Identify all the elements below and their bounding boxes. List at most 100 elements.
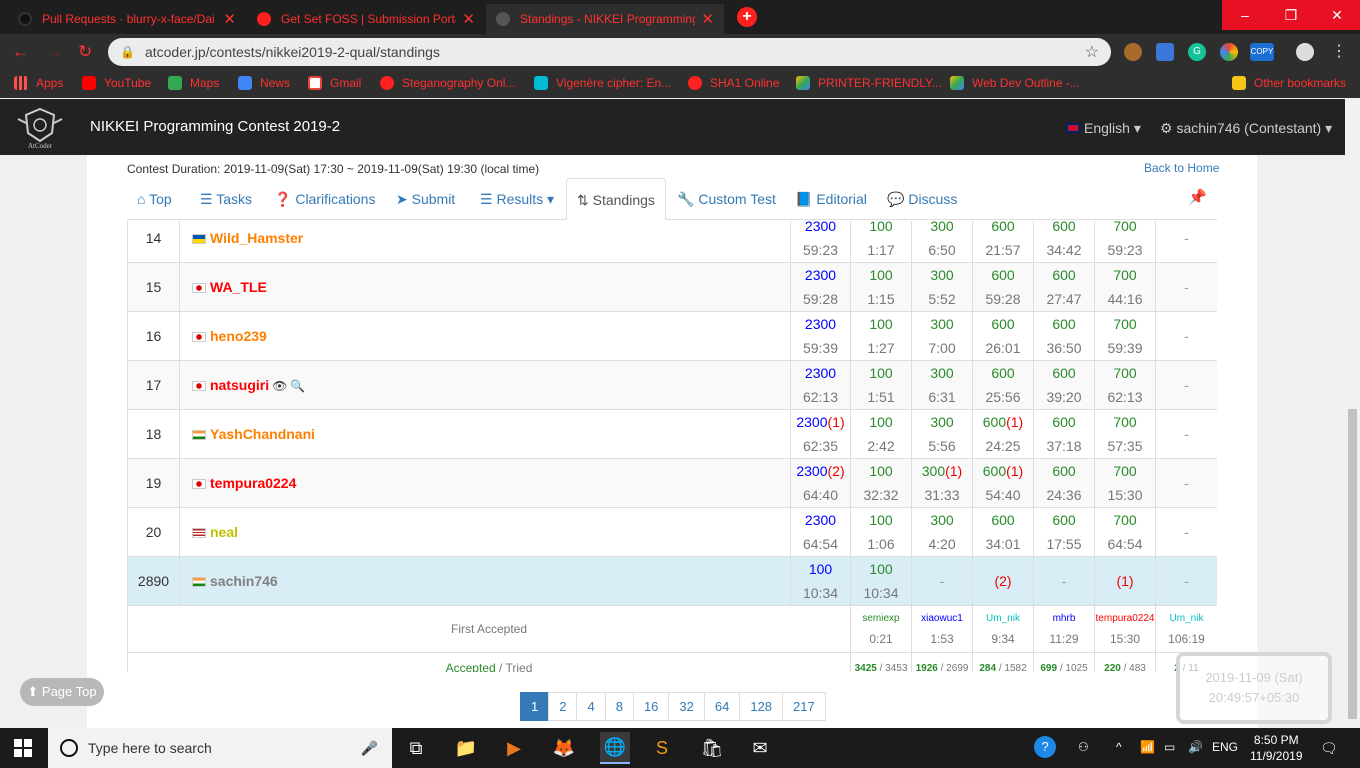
problem-a-cell[interactable]: 100 1:51 bbox=[850, 360, 912, 410]
browser-tab[interactable]: Get Set FOSS | Submission Portal ✕ bbox=[247, 4, 485, 34]
tab-editorial[interactable]: 📘 Editorial bbox=[795, 178, 867, 220]
bookmark-other[interactable]: Other bookmarks bbox=[1232, 76, 1346, 90]
problem-f-cell[interactable]: - bbox=[1155, 262, 1217, 312]
page-top-button[interactable]: ⬆ Page Top bbox=[20, 678, 104, 706]
problem-d-cell[interactable]: - bbox=[1033, 556, 1095, 606]
problem-a-cell[interactable]: 100 32:32 bbox=[850, 458, 912, 508]
chrome-extension-icon[interactable] bbox=[1220, 43, 1238, 61]
chrome-taskbar-icon[interactable]: 🌐 bbox=[600, 732, 630, 764]
problem-b-cell[interactable]: - bbox=[911, 556, 973, 606]
problem-c-cell[interactable]: 600 25:56 bbox=[972, 360, 1034, 410]
eye-icon[interactable]: 👁 bbox=[272, 379, 287, 393]
tab-submit[interactable]: ➤ Submit bbox=[396, 178, 455, 220]
bookmark-web-dev[interactable]: Web Dev Outline -... bbox=[950, 76, 1080, 90]
task-view-icon[interactable]: ⧉ bbox=[404, 736, 428, 760]
page-link-8[interactable]: 8 bbox=[604, 692, 634, 721]
contest-title[interactable]: NIKKEI Programming Contest 2019-2 bbox=[90, 118, 340, 135]
bookmark-steganography[interactable]: Steganography Onl... bbox=[380, 76, 515, 90]
problem-d-cell[interactable]: 600 17:55 bbox=[1033, 507, 1095, 557]
maximize-button[interactable]: ❐ bbox=[1268, 0, 1314, 30]
problem-e-cell[interactable]: 700 59:39 bbox=[1094, 311, 1156, 361]
problem-f-cell[interactable]: - bbox=[1155, 360, 1217, 410]
language-dropdown[interactable]: English ▾ bbox=[1066, 120, 1141, 137]
problem-d-cell[interactable]: 600 34:42 bbox=[1033, 221, 1095, 263]
sublime-text-icon[interactable]: S bbox=[650, 736, 674, 760]
first-accepted-user[interactable]: xiaowuc1 bbox=[912, 609, 972, 629]
browser-tab[interactable]: Pull Requests · blurry-x-face/Dai ✕ bbox=[8, 4, 246, 34]
volume-icon[interactable]: 🔊 bbox=[1188, 740, 1203, 754]
problem-e-cell[interactable]: 700 57:35 bbox=[1094, 409, 1156, 459]
chevron-up-icon[interactable]: ^ bbox=[1116, 740, 1122, 754]
page-link-128[interactable]: 128 bbox=[739, 692, 784, 721]
user-link[interactable]: Wild_Hamster bbox=[210, 230, 303, 246]
problem-c-cell[interactable]: 600 59:28 bbox=[972, 262, 1034, 312]
profile-avatar[interactable] bbox=[1296, 43, 1314, 61]
wifi-icon[interactable]: 📶 bbox=[1140, 740, 1155, 754]
problem-b-cell[interactable]: 300 6:31 bbox=[911, 360, 973, 410]
page-link-217[interactable]: 217 bbox=[782, 692, 826, 721]
tab-discuss[interactable]: 💬 Discuss bbox=[887, 178, 957, 220]
problem-b-cell[interactable]: 300 6:50 bbox=[911, 221, 973, 263]
user-link[interactable]: sachin746 bbox=[210, 573, 278, 589]
browser-tab-active[interactable]: Standings - NIKKEI Programming ✕ bbox=[486, 4, 724, 34]
media-player-icon[interactable]: ▶ bbox=[502, 736, 526, 760]
windows-start-icon[interactable] bbox=[14, 739, 32, 757]
bookmark-sha1[interactable]: SHA1 Online bbox=[688, 76, 779, 90]
problem-e-cell[interactable]: 700 64:54 bbox=[1094, 507, 1156, 557]
problem-d-cell[interactable]: 600 24:36 bbox=[1033, 458, 1095, 508]
language-indicator[interactable]: ENG bbox=[1212, 740, 1238, 754]
first-accepted-user[interactable]: semiexp bbox=[851, 609, 911, 629]
problem-d-cell[interactable]: 600 27:47 bbox=[1033, 262, 1095, 312]
bookmark-apps[interactable]: Apps bbox=[14, 76, 63, 90]
battery-icon[interactable]: ▭ bbox=[1164, 740, 1175, 754]
problem-a-cell[interactable]: 100 10:34 bbox=[850, 556, 912, 606]
problem-a-cell[interactable]: 100 1:06 bbox=[850, 507, 912, 557]
user-link[interactable]: WA_TLE bbox=[210, 279, 267, 295]
page-link-64[interactable]: 64 bbox=[703, 692, 741, 721]
notifications-icon[interactable]: 🗨 bbox=[1320, 740, 1338, 757]
bookmark-maps[interactable]: Maps bbox=[168, 76, 219, 90]
scrollbar-thumb[interactable] bbox=[1348, 409, 1357, 719]
problem-d-cell[interactable]: 600 39:20 bbox=[1033, 360, 1095, 410]
page-link-1[interactable]: 1 bbox=[520, 692, 550, 721]
page-link-2[interactable]: 2 bbox=[548, 692, 578, 721]
back-arrow-icon[interactable]: ← bbox=[12, 42, 29, 62]
grammarly-icon[interactable]: G bbox=[1188, 43, 1206, 61]
bookmark-youtube[interactable]: YouTube bbox=[82, 76, 151, 90]
minimize-button[interactable]: – bbox=[1222, 0, 1268, 30]
taskbar-clock[interactable]: 8:50 PM 11/9/2019 bbox=[1250, 732, 1303, 764]
user-link[interactable]: neal bbox=[210, 524, 238, 540]
problem-b-cell[interactable]: 300 5:56 bbox=[911, 409, 973, 459]
menu-dots-icon[interactable]: ⋮ bbox=[1330, 43, 1348, 61]
problem-e-cell[interactable]: (1) bbox=[1094, 556, 1156, 606]
first-accepted-user[interactable]: tempura0224 bbox=[1095, 609, 1155, 629]
firefox-icon[interactable]: 🦊 bbox=[552, 736, 576, 760]
problem-a-cell[interactable]: 100 1:17 bbox=[850, 221, 912, 263]
people-icon[interactable]: ⚇ bbox=[1078, 740, 1089, 754]
problem-f-cell[interactable]: - bbox=[1155, 311, 1217, 361]
problem-c-cell[interactable]: (2) bbox=[972, 556, 1034, 606]
tab-standings[interactable]: ⇅ Standings bbox=[566, 178, 666, 220]
close-tab-icon[interactable]: ✕ bbox=[701, 10, 714, 28]
page-link-4[interactable]: 4 bbox=[576, 692, 606, 721]
problem-f-cell[interactable]: - bbox=[1155, 556, 1217, 606]
bookmark-gmail[interactable]: Gmail bbox=[308, 76, 361, 90]
scrollbar[interactable] bbox=[1345, 99, 1360, 728]
page-link-32[interactable]: 32 bbox=[668, 692, 705, 721]
first-accepted-user[interactable]: Um_nik bbox=[1156, 609, 1217, 629]
problem-c-cell[interactable]: 600(1) 24:25 bbox=[972, 409, 1034, 459]
problem-a-cell[interactable]: 100 1:15 bbox=[850, 262, 912, 312]
bookmark-vigenere[interactable]: Vigenère cipher: En... bbox=[534, 76, 671, 90]
problem-a-cell[interactable]: 100 1:27 bbox=[850, 311, 912, 361]
bookmark-news[interactable]: News bbox=[238, 76, 290, 90]
close-tab-icon[interactable]: ✕ bbox=[223, 10, 236, 28]
address-bar[interactable]: 🔒 atcoder.jp/contests/nikkei2019-2-qual/… bbox=[108, 38, 1111, 66]
tab-custom-test[interactable]: 🔧 Custom Test bbox=[677, 178, 776, 220]
cookie-extension-icon[interactable] bbox=[1124, 43, 1142, 61]
taskbar-search[interactable]: Type here to search 🎤 bbox=[48, 728, 392, 768]
new-tab-button[interactable]: + bbox=[737, 7, 757, 27]
problem-b-cell[interactable]: 300 7:00 bbox=[911, 311, 973, 361]
mail-icon[interactable]: ✉ bbox=[748, 736, 772, 760]
tab-tasks[interactable]: ☰ Tasks bbox=[200, 178, 252, 220]
back-to-home-link[interactable]: Back to Home bbox=[1144, 161, 1219, 175]
